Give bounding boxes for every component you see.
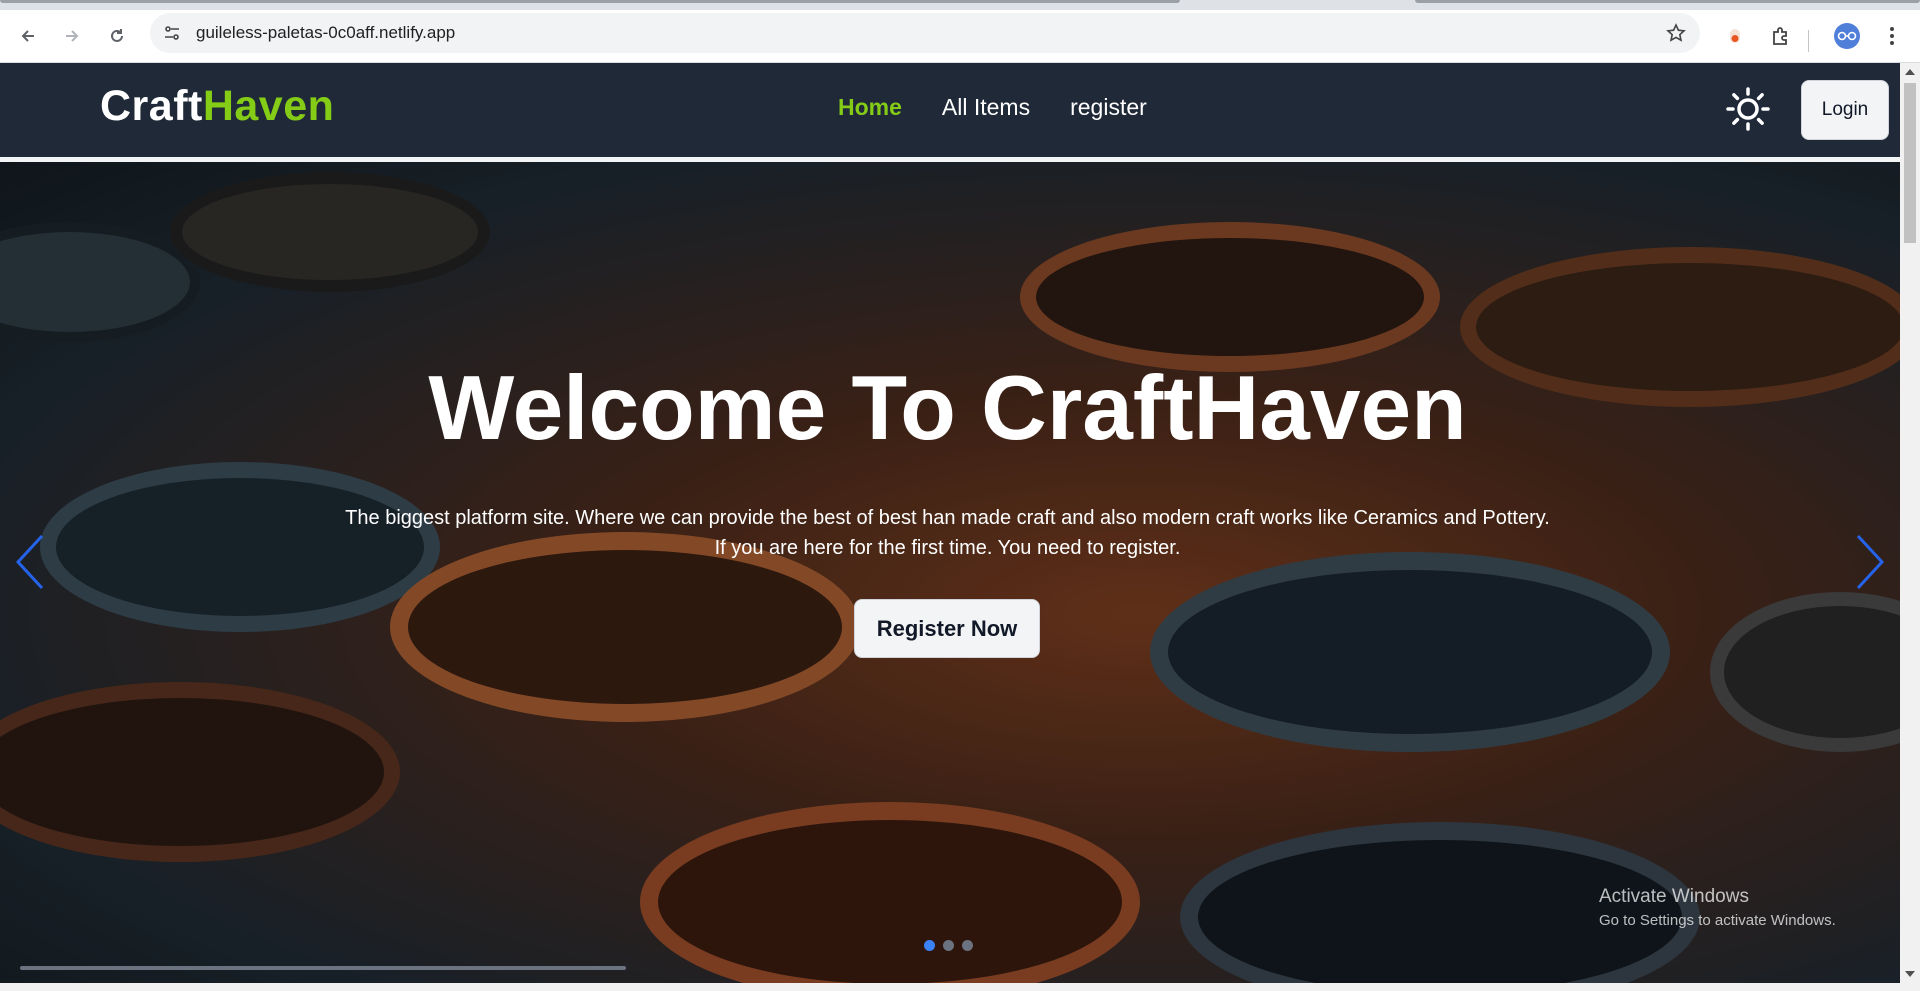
reload-button[interactable] xyxy=(101,20,133,52)
arrow-right-icon xyxy=(66,30,79,42)
url-text[interactable]: guileless-paletas-0c0aff.netlify.app xyxy=(196,23,455,43)
toolbar-separator xyxy=(1808,30,1809,52)
bookmark-button[interactable] xyxy=(1662,19,1690,47)
theme-toggle[interactable] xyxy=(1726,87,1770,131)
forward-button[interactable] xyxy=(56,20,88,52)
extensions-button[interactable] xyxy=(1765,20,1797,52)
nav-link-all-items[interactable]: All Items xyxy=(942,94,1030,121)
carousel-pagination xyxy=(924,940,973,951)
tune-icon xyxy=(165,26,179,40)
window-bottom-edge xyxy=(0,983,1920,991)
nav-link-home[interactable]: Home xyxy=(838,94,902,121)
tab-strip-segment xyxy=(0,0,1180,3)
sun-icon xyxy=(1726,87,1770,131)
nav-link-register[interactable]: register xyxy=(1070,94,1147,121)
hero-subtitle-line-2: If you are here for the first time. You … xyxy=(714,537,1181,559)
site-logo[interactable]: CraftHaven xyxy=(100,82,334,131)
vertical-scrollbar[interactable] xyxy=(1900,63,1920,983)
address-bar[interactable]: guileless-paletas-0c0aff.netlify.app xyxy=(150,13,1700,53)
hero-title: Welcome To CraftHaven xyxy=(428,358,1467,459)
horizontal-scrollbar-thumb[interactable] xyxy=(20,966,626,970)
extension-pinned-button[interactable] xyxy=(1719,20,1751,52)
watermark-title: Activate Windows xyxy=(1599,886,1749,907)
windows-activation-watermark: Activate Windows Go to Settings to activ… xyxy=(1599,886,1836,929)
hero-overlay xyxy=(0,162,1900,983)
main-menu: Home All Items register xyxy=(838,94,1187,121)
kebab-menu-icon xyxy=(1890,27,1894,45)
arrow-left-icon xyxy=(21,30,34,42)
star-outline-icon xyxy=(1666,23,1686,42)
carousel-dot[interactable] xyxy=(943,940,954,951)
login-button[interactable]: Login xyxy=(1801,80,1889,140)
site-navbar: CraftHaven Home All Items register Login xyxy=(0,63,1900,157)
hero-subtitle-line-1: The biggest platform site. Where we can … xyxy=(345,507,1550,529)
site-info-button[interactable] xyxy=(158,19,186,47)
scroll-down-arrow-icon[interactable] xyxy=(1905,971,1915,977)
back-button[interactable] xyxy=(12,20,44,52)
scrollbar-thumb[interactable] xyxy=(1904,83,1916,243)
hero-carousel: Welcome To CraftHaven The biggest platfo… xyxy=(0,162,1900,983)
profile-glasses-icon xyxy=(1837,31,1857,41)
carousel-next-button[interactable] xyxy=(1848,532,1888,592)
chevron-left-icon xyxy=(15,534,44,590)
browser-toolbar: guileless-paletas-0c0aff.netlify.app xyxy=(0,10,1920,63)
watermark-subtitle: Go to Settings to activate Windows. xyxy=(1599,912,1836,929)
scroll-up-arrow-icon[interactable] xyxy=(1905,69,1915,75)
puzzle-icon xyxy=(1773,27,1787,45)
extension-capsule-icon xyxy=(1730,29,1740,43)
register-now-button[interactable]: Register Now xyxy=(854,599,1040,658)
carousel-prev-button[interactable] xyxy=(12,532,52,592)
web-page: CraftHaven Home All Items register Login xyxy=(0,63,1900,983)
logo-part-craft: Craft xyxy=(100,82,203,130)
chevron-right-icon xyxy=(1856,534,1885,590)
tab-strip-segment xyxy=(1415,0,1920,3)
browser-menu-button[interactable] xyxy=(1876,20,1908,52)
logo-part-haven: Haven xyxy=(202,82,335,130)
profile-button[interactable] xyxy=(1831,20,1863,52)
carousel-dot[interactable] xyxy=(924,940,935,951)
carousel-dot[interactable] xyxy=(962,940,973,951)
reload-icon xyxy=(111,29,123,42)
tab-strip xyxy=(0,0,1920,10)
avatar xyxy=(1834,23,1860,49)
hero-subtitle: The biggest platform site. Where we can … xyxy=(0,503,1895,563)
